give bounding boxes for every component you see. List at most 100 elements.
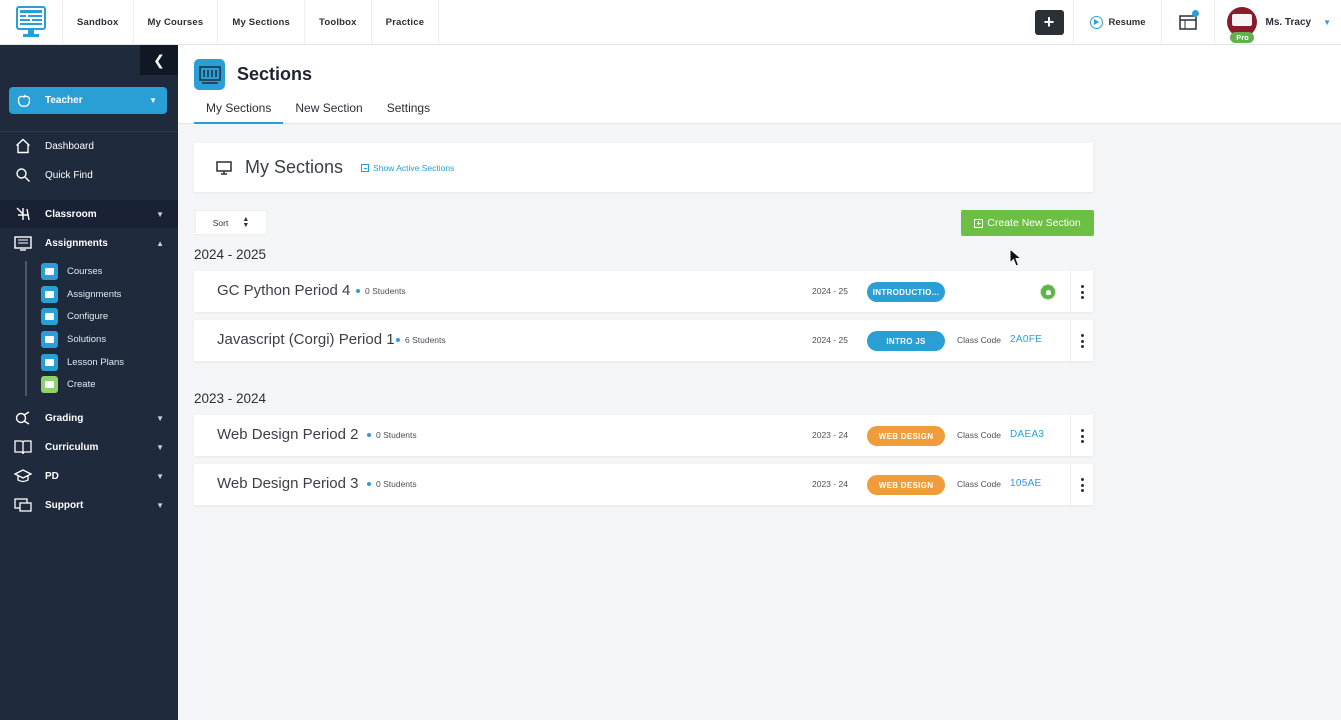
- sidebar-item-assignments[interactable]: Assignments ▲: [0, 229, 178, 257]
- student-count-label: 0 Students: [376, 479, 417, 489]
- section-name[interactable]: GC Python Period 4: [217, 282, 350, 299]
- sidebar-item-label: Support: [45, 499, 84, 511]
- calendar-button[interactable]: [1162, 0, 1216, 44]
- nav-sandbox[interactable]: Sandbox: [63, 0, 134, 44]
- grading-icon: [14, 409, 32, 427]
- sidebar-item-dashboard[interactable]: Dashboard: [0, 132, 178, 160]
- section-row[interactable]: Web Design Period 3 0 Students 2023 - 24…: [194, 464, 1093, 505]
- student-count-label: 0 Students: [376, 430, 417, 440]
- sidebar-item-label: Classroom: [45, 208, 97, 220]
- section-name[interactable]: Javascript (Corgi) Period 1: [217, 331, 395, 348]
- caret-up-icon: ▲: [156, 238, 164, 248]
- sort-select[interactable]: Sort ▲ ▼: [195, 210, 267, 235]
- class-code-label: Class Code: [957, 430, 1001, 440]
- chevron-left-icon: ❮: [153, 51, 165, 68]
- tab-settings[interactable]: Settings: [375, 99, 442, 124]
- bullet-dot: [367, 482, 371, 486]
- class-code[interactable]: 105AE: [1010, 478, 1042, 489]
- class-code[interactable]: 2A0FE: [1010, 334, 1042, 345]
- caret-down-icon: ▼: [1323, 17, 1331, 27]
- row-divider: [1070, 320, 1071, 361]
- nav-practice[interactable]: Practice: [372, 0, 440, 44]
- top-nav: Sandbox My Courses My Sections Toolbox P…: [63, 0, 440, 44]
- more-options-icon[interactable]: [1078, 334, 1086, 348]
- mouse-cursor-icon: [1009, 248, 1023, 267]
- sidebar-item-classroom[interactable]: Classroom ▼: [0, 200, 178, 228]
- sidebar-item-label: PD: [45, 470, 59, 482]
- bullet-dot: [356, 289, 360, 293]
- section-name[interactable]: Web Design Period 3: [217, 475, 358, 492]
- sidebar-sub-assignments[interactable]: Assignments: [41, 284, 121, 304]
- sidebar-item-support[interactable]: Support ▼: [0, 491, 178, 519]
- sidebar-item-label: Curriculum: [45, 441, 99, 453]
- codehs-logo[interactable]: [0, 0, 63, 44]
- show-active-sections-link[interactable]: Show Active Sections: [361, 163, 454, 173]
- resume-button[interactable]: Resume: [1074, 0, 1163, 44]
- sidebar-sub-create[interactable]: Create: [41, 374, 96, 394]
- section-row[interactable]: GC Python Period 4 0 Students 2024 - 25 …: [194, 271, 1093, 312]
- sort-label: Sort: [212, 217, 229, 228]
- sidebar-item-grading[interactable]: Grading ▼: [0, 404, 178, 432]
- user-status-icon[interactable]: [1040, 284, 1056, 300]
- year-heading: 2023 - 2024: [194, 391, 267, 406]
- class-code[interactable]: DAEA3: [1010, 429, 1044, 440]
- sidebar-sub-label: Configure: [67, 310, 109, 322]
- caret-down-icon: ▼: [156, 442, 164, 452]
- resume-label: Resume: [1108, 16, 1146, 28]
- section-row[interactable]: Web Design Period 2 0 Students 2023 - 24…: [194, 415, 1093, 456]
- show-active-label: Show Active Sections: [373, 162, 455, 173]
- sidebar-sub-label: Create: [67, 378, 96, 390]
- plus-square-icon: [974, 218, 984, 228]
- nav-toolbox[interactable]: Toolbox: [305, 0, 372, 44]
- avatar: Pro: [1227, 7, 1258, 43]
- student-count: 0 Students: [367, 430, 417, 440]
- add-button[interactable]: +: [1034, 9, 1064, 35]
- section-row[interactable]: Javascript (Corgi) Period 1 6 Students 2…: [194, 320, 1093, 361]
- year-heading: 2024 - 2025: [194, 247, 267, 262]
- user-menu[interactable]: Pro Ms. Tracy ▼: [1215, 0, 1341, 44]
- course-badge[interactable]: INTRODUCTIO...: [867, 282, 945, 302]
- sidebar: ❮ Teacher ▼ Dashboard Quick Find Classro…: [0, 45, 178, 720]
- sidebar-item-pd[interactable]: PD ▼: [0, 462, 178, 490]
- caret-down-icon: ▼: [156, 500, 164, 510]
- classroom-icon: [14, 205, 32, 223]
- sidebar-sub-configure[interactable]: Configure: [41, 306, 108, 326]
- sort-arrows-icon: ▲ ▼: [242, 215, 250, 229]
- student-count-label: 0 Students: [365, 286, 406, 296]
- configure-icon: [41, 307, 58, 325]
- row-divider: [1070, 415, 1071, 456]
- sidebar-sub-label: Lesson Plans: [67, 356, 125, 368]
- sidebar-item-label: Quick Find: [45, 169, 93, 181]
- section-year: 2024 - 25: [812, 335, 848, 345]
- tab-new-section[interactable]: New Section: [283, 99, 374, 124]
- tabs: My Sections New Section Settings: [194, 99, 442, 124]
- caret-down-icon: ▼: [156, 413, 164, 423]
- student-count-label: 6 Students: [405, 335, 446, 345]
- student-count: 0 Students: [367, 479, 417, 489]
- collapse-sidebar-button[interactable]: ❮: [140, 45, 178, 75]
- sidebar-item-curriculum[interactable]: Curriculum ▼: [0, 433, 178, 461]
- sidebar-sub-lesson-plans[interactable]: Lesson Plans: [41, 352, 124, 372]
- section-name[interactable]: Web Design Period 2: [217, 426, 358, 443]
- nav-my-courses[interactable]: My Courses: [134, 0, 219, 44]
- more-options-icon[interactable]: [1078, 285, 1086, 299]
- sidebar-item-label: Dashboard: [45, 140, 94, 152]
- role-select[interactable]: Teacher ▼: [9, 87, 167, 114]
- create-new-section-button[interactable]: Create New Section: [961, 210, 1094, 236]
- notification-dot: [1192, 10, 1200, 17]
- sections-icon: [194, 59, 225, 90]
- tab-my-sections[interactable]: My Sections: [194, 99, 284, 124]
- sidebar-sub-courses[interactable]: Courses: [41, 261, 102, 281]
- course-badge[interactable]: INTRO JS: [867, 331, 945, 351]
- book-icon: [14, 438, 32, 456]
- section-year: 2024 - 25: [812, 286, 848, 296]
- sidebar-item-quick-find[interactable]: Quick Find: [0, 161, 178, 189]
- sidebar-sub-solutions[interactable]: Solutions: [41, 329, 106, 349]
- course-badge[interactable]: WEB DESIGN: [867, 475, 945, 495]
- add-wrapper: +: [1026, 0, 1074, 44]
- more-options-icon[interactable]: [1078, 478, 1086, 492]
- section-year: 2023 - 24: [812, 479, 848, 489]
- nav-my-sections[interactable]: My Sections: [218, 0, 306, 44]
- course-badge[interactable]: WEB DESIGN: [867, 426, 945, 446]
- more-options-icon[interactable]: [1078, 429, 1086, 443]
